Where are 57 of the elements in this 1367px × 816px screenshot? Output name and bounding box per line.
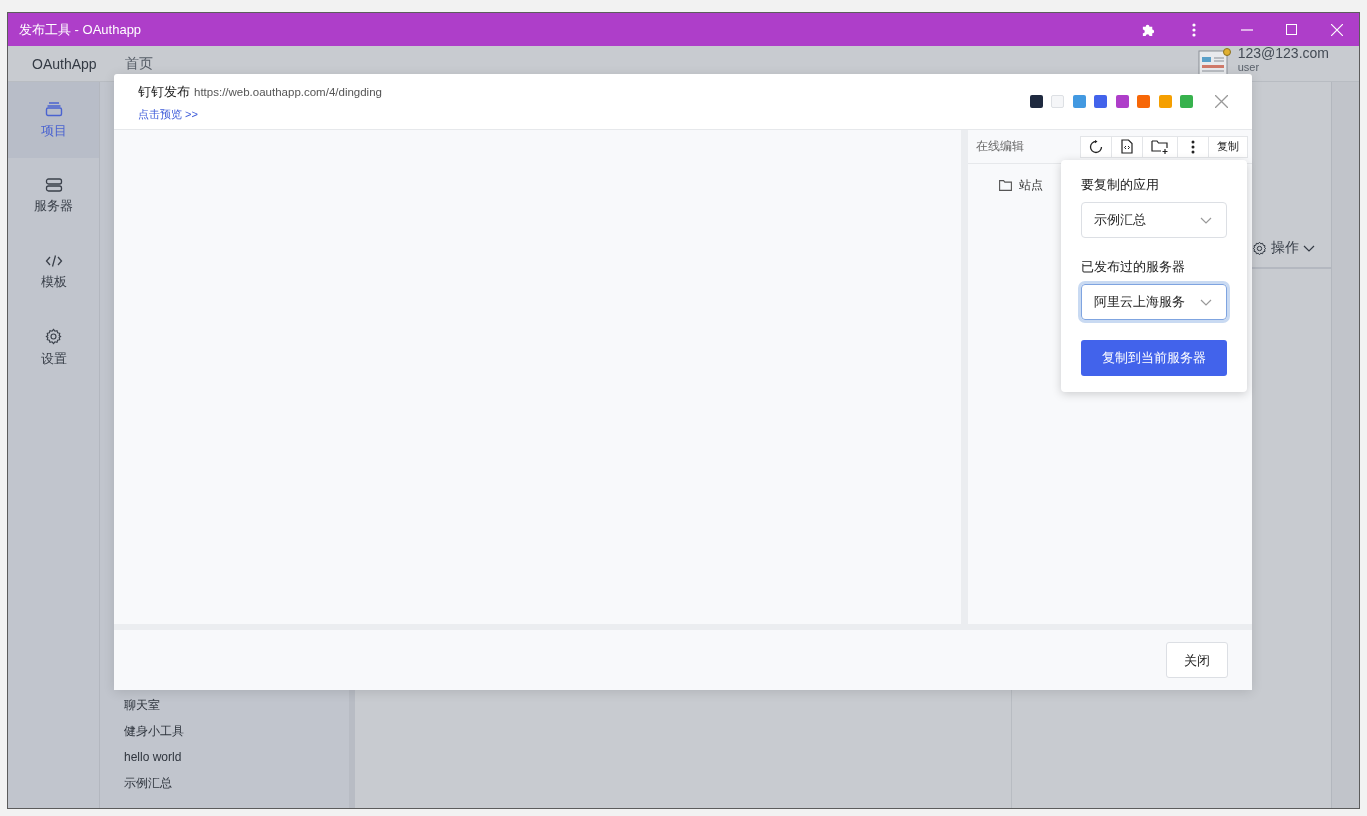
- color-swatch[interactable]: [1051, 95, 1064, 108]
- nav-rail-item[interactable]: 模板: [8, 234, 99, 310]
- user-email: 123@123.com: [1237, 46, 1329, 61]
- color-swatch[interactable]: [1158, 95, 1172, 108]
- code-file-icon: [1121, 139, 1133, 154]
- settings-icon: [1252, 240, 1267, 256]
- project-item[interactable]: 健身小工具: [124, 718, 349, 744]
- chevron-down-icon: [1200, 216, 1212, 224]
- puzzle-icon[interactable]: [1141, 22, 1156, 37]
- folder-icon: [999, 180, 1012, 191]
- select-field[interactable]: 阿里云上海服务: [1081, 284, 1227, 320]
- toolbar-button[interactable]: [1111, 135, 1143, 158]
- action-menu-button[interactable]: 操作: [1252, 239, 1315, 257]
- settings-icon: [45, 328, 62, 345]
- splitter-handle[interactable]: [114, 624, 1252, 630]
- tree-item[interactable]: 站点: [1019, 177, 1043, 194]
- maximize-icon[interactable]: [1286, 24, 1297, 35]
- nav-link[interactable]: 首页: [124, 54, 153, 73]
- publish-url: https://web.oauthapp.com/4/dingding: [194, 85, 382, 98]
- editor-title: 在线编辑: [976, 138, 1025, 155]
- more-icon[interactable]: [1191, 22, 1196, 37]
- nav-rail-item[interactable]: 设置: [8, 310, 99, 386]
- close-button[interactable]: 关闭: [1166, 642, 1228, 678]
- close-icon[interactable]: [1215, 95, 1228, 108]
- minimize-icon[interactable]: [1240, 28, 1253, 31]
- app-brand[interactable]: OAuthApp: [32, 55, 97, 72]
- code-icon: [44, 253, 63, 268]
- chevron-down-icon: [1303, 244, 1315, 252]
- field-label: 要复制的应用: [1081, 176, 1160, 193]
- color-swatch[interactable]: [1180, 95, 1193, 108]
- refresh-icon: [1089, 139, 1103, 154]
- dialog-title: 钉钉发布: [138, 83, 190, 99]
- chevron-down-icon: [1200, 298, 1212, 306]
- project-item[interactable]: 示例汇总: [124, 770, 349, 796]
- server-icon: [44, 177, 63, 192]
- scrollbar[interactable]: [1331, 82, 1359, 808]
- folder-add-icon: [1151, 139, 1169, 154]
- field-label: 已发布过的服务器: [1081, 258, 1186, 275]
- color-swatch[interactable]: [1072, 95, 1086, 108]
- window-title: 发布工具 - OAuthapp: [19, 20, 143, 39]
- nav-rail-item[interactable]: 服务器: [8, 158, 99, 234]
- color-swatch[interactable]: [1094, 95, 1107, 108]
- copy-button[interactable]: 复制: [1208, 135, 1248, 158]
- project-item[interactable]: 聊天室: [124, 692, 349, 718]
- more-icon: [1191, 139, 1195, 154]
- toolbar-button[interactable]: [1080, 135, 1112, 158]
- user-role: user: [1237, 61, 1261, 73]
- avatar-icon: [1197, 48, 1232, 76]
- select-field[interactable]: 示例汇总: [1081, 202, 1227, 238]
- color-swatch[interactable]: [1115, 95, 1129, 108]
- project-item[interactable]: hello world: [124, 744, 349, 770]
- copy-submit-button[interactable]: 复制到当前服务器: [1081, 340, 1227, 376]
- color-swatch[interactable]: [1137, 95, 1150, 108]
- color-swatch[interactable]: [1029, 95, 1043, 108]
- splitter-handle[interactable]: [961, 130, 968, 624]
- tray-icon: [44, 100, 63, 117]
- preview-link[interactable]: 点击预览 >>: [138, 107, 198, 120]
